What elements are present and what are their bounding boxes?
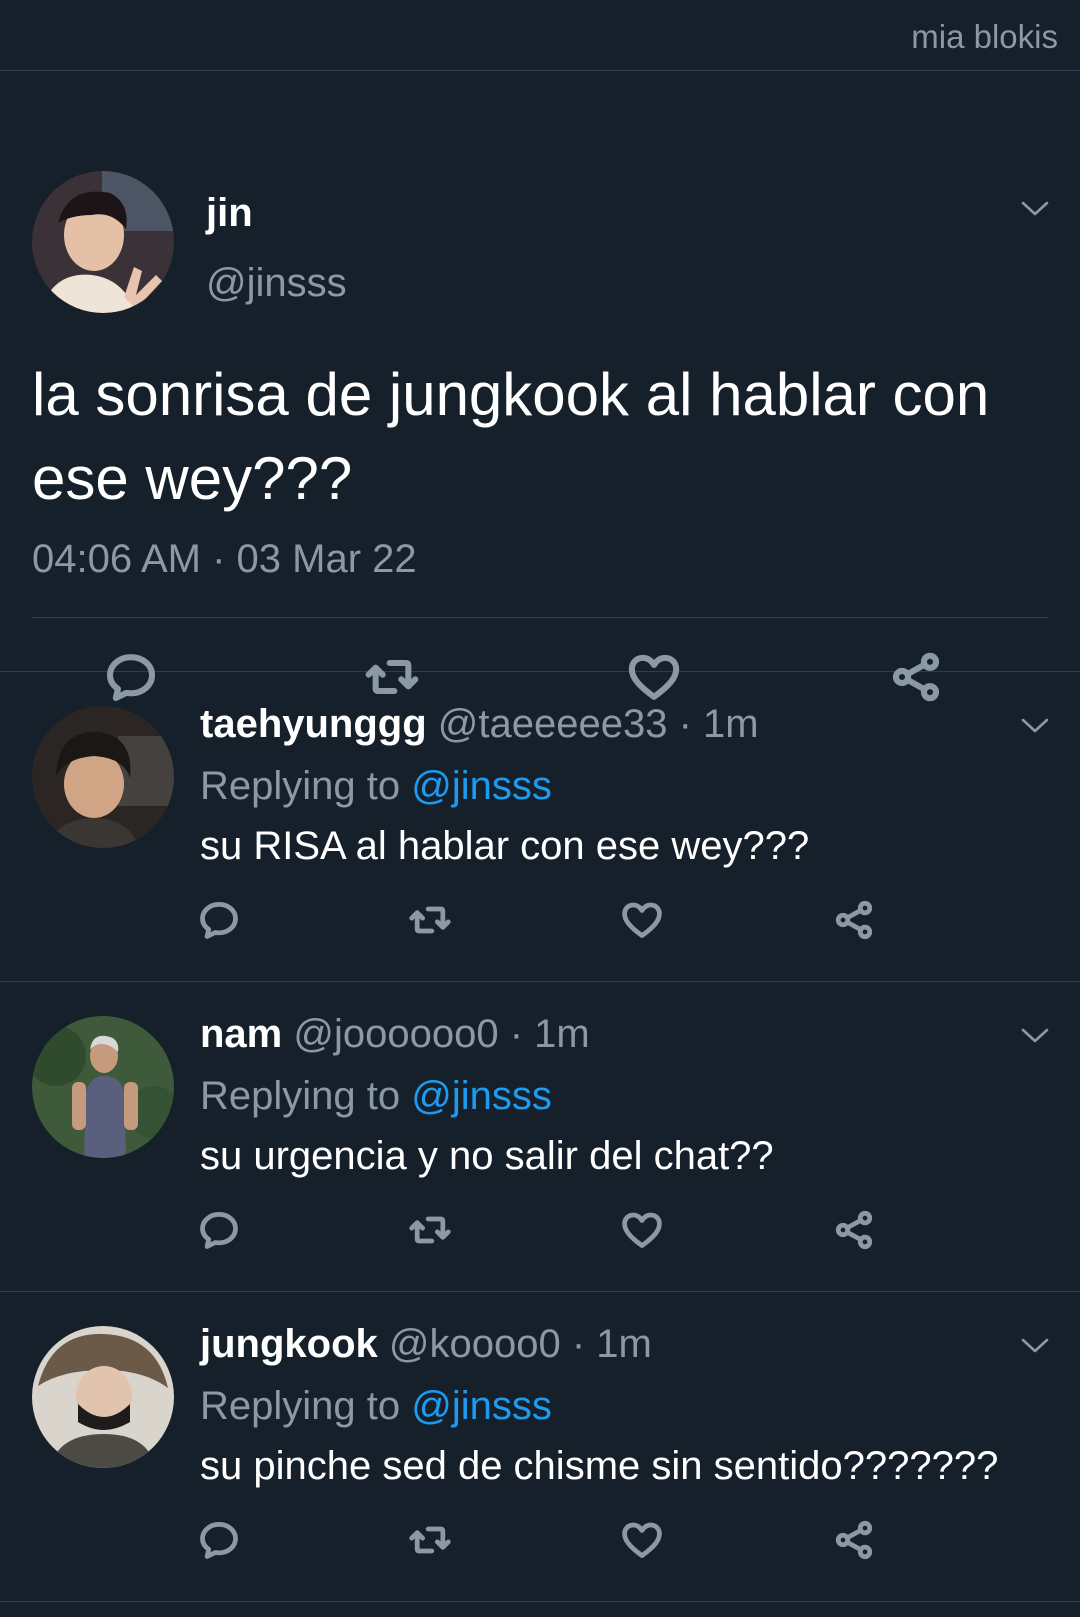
reply-text: su pinche sed de chisme sin sentido?????…	[200, 1444, 999, 1488]
tweet-timestamp: 04:06 AM · 03 Mar 22	[32, 537, 417, 581]
reply-header: taehyunggg @taeeeee33 · 1m	[200, 702, 759, 747]
replying-label: Replying to	[200, 1384, 401, 1428]
reply-icon[interactable]	[197, 1518, 241, 1562]
reply-mention-link[interactable]: @jinsss	[411, 1384, 552, 1428]
replying-label: Replying to	[200, 1074, 401, 1118]
chevron-down-icon[interactable]	[1020, 716, 1050, 736]
reply-author-name[interactable]: taehyunggg	[200, 702, 427, 746]
reply-tweet: jungkook @koooo0 · 1m Replying to @jinss…	[0, 1292, 1080, 1602]
replying-to: Replying to @jinsss	[200, 1074, 552, 1119]
retweet-icon[interactable]	[408, 898, 452, 942]
reply-author-name[interactable]: nam	[200, 1012, 282, 1056]
avatar[interactable]	[32, 1326, 174, 1468]
reply-tweet: taehyunggg @taeeeee33 · 1m Replying to @…	[0, 672, 1080, 982]
reply-icon[interactable]	[197, 898, 241, 942]
reply-text: su urgencia y no salir del chat??	[200, 1134, 774, 1178]
action-bar	[0, 1518, 1080, 1564]
retweet-icon[interactable]	[408, 1518, 452, 1562]
reply-mention-link[interactable]: @jinsss	[411, 764, 552, 808]
reply-mention-link[interactable]: @jinsss	[411, 1074, 552, 1118]
reply-header: jungkook @koooo0 · 1m	[200, 1322, 652, 1367]
chevron-down-icon[interactable]	[1020, 1336, 1050, 1356]
author-handle[interactable]: @jinsss	[206, 261, 347, 306]
reply-tweet: nam @joooooo0 · 1m Replying to @jinsss s…	[0, 982, 1080, 1292]
chevron-down-icon[interactable]	[1020, 199, 1050, 219]
share-icon[interactable]	[832, 1208, 876, 1252]
avatar[interactable]	[32, 706, 174, 848]
main-tweet: jin @jinsss la sonrisa de jungkook al ha…	[0, 71, 1080, 702]
like-icon[interactable]	[620, 898, 664, 942]
action-bar	[0, 1208, 1080, 1254]
retweet-icon[interactable]	[408, 1208, 452, 1252]
top-bar: mia blokis	[0, 0, 1080, 71]
like-icon[interactable]	[620, 1208, 664, 1252]
replying-to: Replying to @jinsss	[200, 764, 552, 809]
share-icon[interactable]	[832, 898, 876, 942]
tweet-text: la sonrisa de jungkook al hablar con ese…	[32, 361, 990, 512]
author-name[interactable]: jin	[206, 191, 253, 236]
chevron-down-icon[interactable]	[1020, 1026, 1050, 1046]
reply-header: nam @joooooo0 · 1m	[200, 1012, 590, 1057]
reply-text: su RISA al hablar con ese wey???	[200, 824, 810, 868]
like-icon[interactable]	[620, 1518, 664, 1562]
reply-icon[interactable]	[197, 1208, 241, 1252]
reply-handle-time[interactable]: @koooo0 · 1m	[389, 1322, 652, 1366]
replying-to: Replying to @jinsss	[200, 1384, 552, 1429]
reply-handle-time[interactable]: @taeeeee33 · 1m	[438, 702, 759, 746]
avatar[interactable]	[32, 1016, 174, 1158]
reply-handle-time[interactable]: @joooooo0 · 1m	[293, 1012, 589, 1056]
divider	[32, 617, 1048, 618]
action-bar	[0, 898, 1080, 944]
reply-author-name[interactable]: jungkook	[200, 1322, 378, 1366]
share-icon[interactable]	[832, 1518, 876, 1562]
watermark: mia blokis	[911, 18, 1058, 55]
replying-label: Replying to	[200, 764, 401, 808]
avatar[interactable]	[32, 171, 174, 313]
